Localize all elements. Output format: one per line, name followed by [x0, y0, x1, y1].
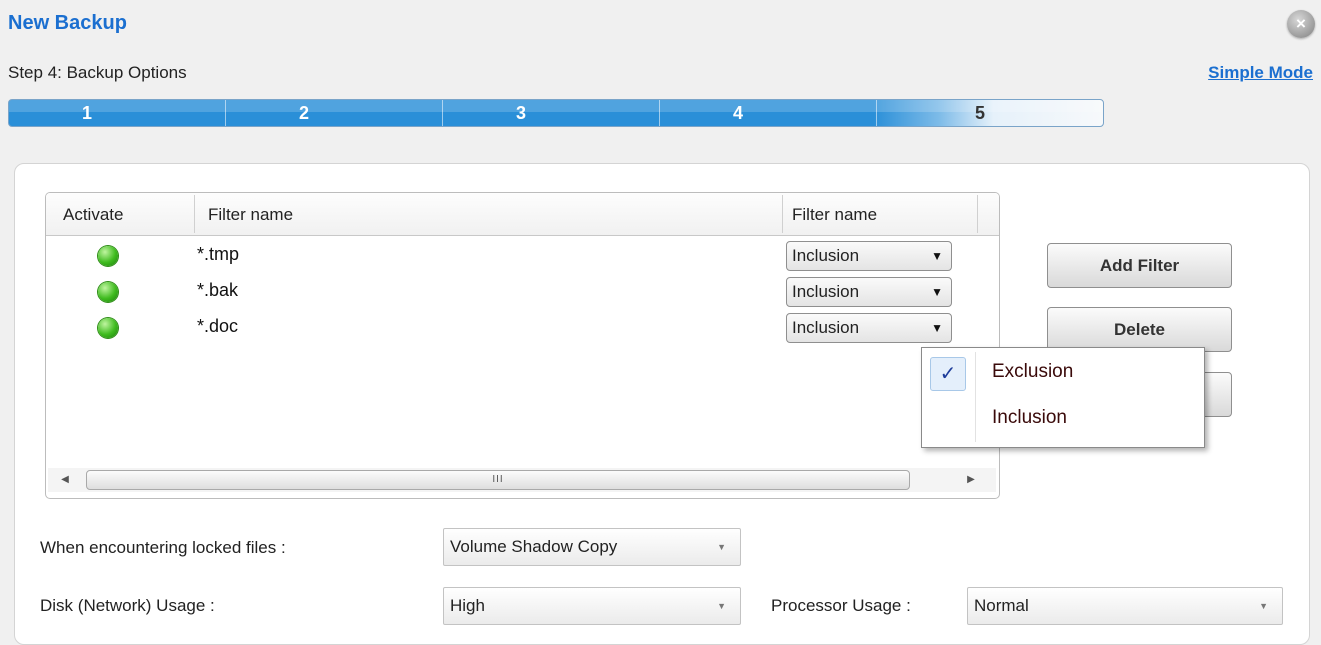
active-status-icon[interactable] [98, 246, 118, 266]
column-header-filter-name[interactable]: Filter name [208, 193, 293, 235]
step-5: 5 [974, 103, 985, 123]
filter-type-value: Inclusion [792, 318, 860, 337]
menu-item-exclusion[interactable]: ✓ Exclusion [925, 352, 1199, 392]
step-4: 4 [660, 100, 877, 126]
horizontal-scrollbar[interactable]: ◀ III ▶ [48, 468, 996, 492]
filter-type-select[interactable]: Inclusion ▼ [786, 277, 952, 307]
filter-name: *.tmp [197, 244, 240, 264]
step-progress-bar: 1 2 3 4 5 [8, 99, 1104, 127]
column-header-filter-type[interactable]: Filter name [792, 193, 877, 235]
filter-type-value: Inclusion [792, 246, 860, 265]
delete-button[interactable]: Delete [1047, 307, 1232, 352]
menu-item-label: Inclusion [992, 407, 1067, 428]
menu-item-inclusion[interactable]: Inclusion [925, 398, 1199, 438]
table-header: Activate Filter name Filter name [46, 193, 999, 236]
add-filter-button[interactable]: Add Filter [1047, 243, 1232, 288]
processor-usage-label: Processor Usage : [771, 596, 911, 615]
locked-files-select[interactable]: Volume Shadow Copy ▼ [443, 528, 741, 566]
chevron-down-icon: ▼ [931, 285, 943, 299]
step-3: 3 [443, 100, 660, 126]
disk-usage-value: High [450, 596, 485, 615]
scroll-right-icon[interactable]: ▶ [956, 468, 986, 492]
locked-files-value: Volume Shadow Copy [450, 537, 618, 556]
simple-mode-link[interactable]: Simple Mode [1208, 63, 1313, 83]
locked-files-label: When encountering locked files : [40, 538, 286, 557]
close-icon[interactable]: × [1287, 10, 1315, 38]
check-icon: ✓ [930, 357, 966, 391]
window-title: New Backup [8, 12, 127, 34]
disk-usage-select[interactable]: High ▼ [443, 587, 741, 625]
column-header-activate[interactable]: Activate [63, 193, 123, 235]
step-label: Step 4: Backup Options [8, 63, 187, 82]
scroll-left-icon[interactable]: ◀ [50, 468, 80, 492]
chevron-down-icon: ▼ [717, 601, 726, 611]
chevron-down-icon: ▼ [1259, 601, 1268, 611]
scrollbar-thumb[interactable]: III [86, 470, 910, 490]
active-status-icon[interactable] [98, 282, 118, 302]
active-status-icon[interactable] [98, 318, 118, 338]
filter-type-select[interactable]: Inclusion ▼ [786, 241, 952, 271]
step-1: 1 [9, 100, 226, 126]
filter-name: *.doc [197, 316, 239, 336]
chevron-down-icon: ▼ [931, 249, 943, 263]
table-row[interactable]: *.tmp Inclusion ▼ [46, 238, 999, 274]
step-2: 2 [226, 100, 443, 126]
filter-name: *.bak [197, 280, 239, 300]
filter-type-dropdown-menu: ✓ Exclusion Inclusion [921, 347, 1205, 448]
filter-type-select[interactable]: Inclusion ▼ [786, 313, 952, 343]
table-row[interactable]: *.doc Inclusion ▼ [46, 310, 999, 346]
chevron-down-icon: ▼ [931, 321, 943, 335]
disk-usage-label: Disk (Network) Usage : [40, 596, 215, 615]
filter-table: Activate Filter name Filter name *.tmp I… [45, 192, 1000, 499]
filter-type-value: Inclusion [792, 282, 860, 301]
processor-usage-value: Normal [974, 596, 1029, 615]
menu-item-label: Exclusion [992, 361, 1074, 382]
chevron-down-icon: ▼ [717, 542, 726, 552]
processor-usage-select[interactable]: Normal ▼ [967, 587, 1283, 625]
table-row[interactable]: *.bak Inclusion ▼ [46, 274, 999, 310]
